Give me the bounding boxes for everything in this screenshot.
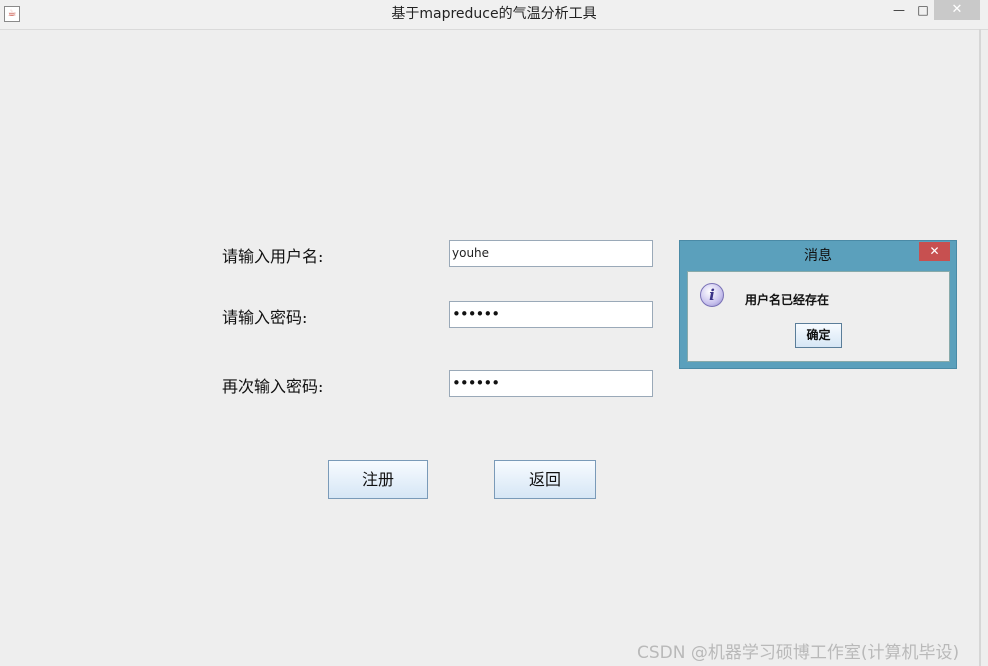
dialog-message: 用户名已经存在 bbox=[745, 293, 830, 307]
register-button[interactable]: 注册 bbox=[328, 460, 428, 499]
window-title: 基于mapreduce的气温分析工具 bbox=[391, 6, 597, 22]
dialog-ok-button[interactable]: 确定 bbox=[795, 323, 842, 348]
confirm-password-field[interactable]: •••••• bbox=[449, 370, 653, 397]
close-button[interactable]: ✕ bbox=[934, 0, 980, 20]
confirm-password-label: 再次输入密码: bbox=[222, 377, 324, 396]
password-field[interactable]: •••••• bbox=[449, 301, 653, 328]
username-label: 请输入用户名: bbox=[222, 247, 324, 266]
info-icon: i bbox=[700, 283, 724, 307]
watermark: CSDN @机器学习硕博工作室(计算机毕设) bbox=[637, 643, 960, 663]
dialog-close-button[interactable]: ✕ bbox=[919, 242, 950, 261]
message-dialog: 消息 ✕ i 用户名已经存在 确定 bbox=[679, 240, 957, 369]
window-edge bbox=[979, 29, 981, 666]
username-field[interactable]: youhe bbox=[449, 240, 653, 267]
title-bar: ☕ 基于mapreduce的气温分析工具 — □ ✕ bbox=[0, 0, 988, 30]
dialog-title: 消息 bbox=[804, 248, 832, 264]
maximize-button[interactable]: □ bbox=[912, 0, 934, 20]
back-button[interactable]: 返回 bbox=[494, 460, 596, 499]
minimize-button[interactable]: — bbox=[888, 0, 910, 20]
password-label: 请输入密码: bbox=[222, 308, 308, 327]
dialog-body: i 用户名已经存在 确定 bbox=[687, 271, 950, 362]
